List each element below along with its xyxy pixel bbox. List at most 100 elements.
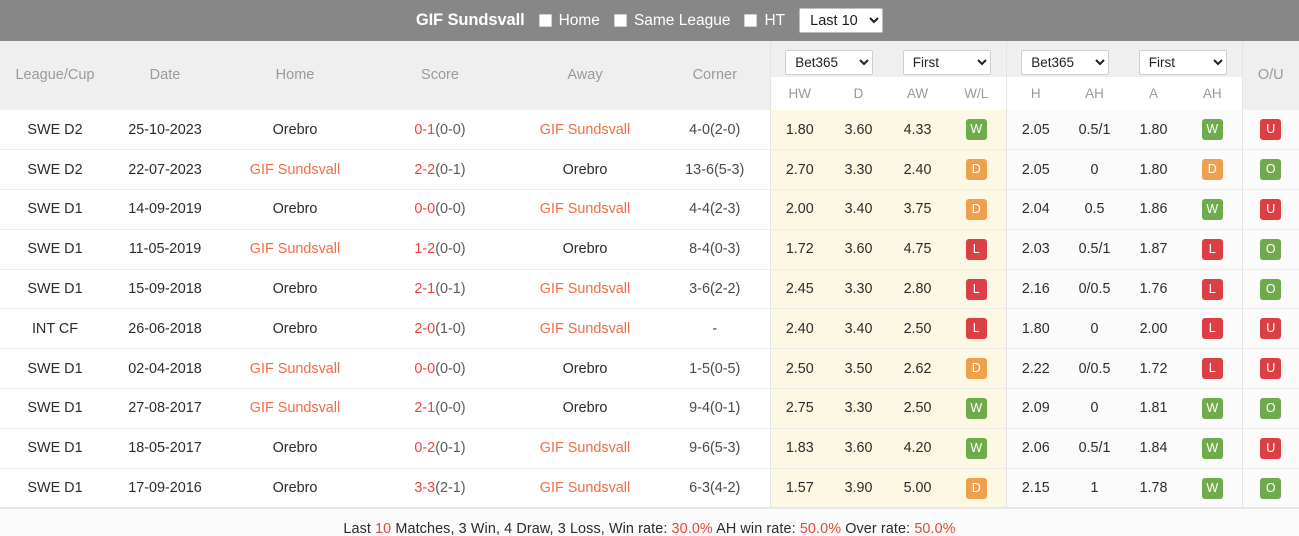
cell-home: GIF Sundsvall bbox=[220, 149, 370, 191]
cell-hw: 2.75 bbox=[769, 388, 829, 429]
corner-value: 1-5(0-5) bbox=[689, 360, 741, 377]
table-row[interactable]: SWE D1 15-09-2018 Orebro 2-1(0-1) GIF Sundsv… bbox=[0, 269, 1299, 310]
corner-value: 6-3(4-2) bbox=[689, 480, 741, 497]
cell-ah-line: 1 bbox=[1065, 468, 1124, 509]
home-team-name: Orebro bbox=[272, 201, 318, 218]
cell-aw: 2.40 bbox=[888, 149, 947, 191]
score-full-time: 1-2 bbox=[414, 241, 436, 258]
odds-ah-away: 1.76 bbox=[1139, 281, 1168, 298]
odds-home-win: 2.75 bbox=[785, 400, 814, 417]
filter-ht[interactable]: HT bbox=[744, 12, 785, 30]
table-row[interactable]: SWE D1 11-05-2019 GIF Sundsvall 1-2(0-0) Ore… bbox=[0, 229, 1299, 270]
cell-h: 2.06 bbox=[1005, 428, 1065, 469]
odds-away-win: 4.33 bbox=[903, 121, 932, 138]
cell-a: 1.87 bbox=[1124, 229, 1183, 270]
result-badge: L bbox=[1201, 358, 1223, 380]
cell-h: 1.80 bbox=[1005, 308, 1065, 350]
col-1x2-book: Bet365 bbox=[769, 41, 888, 77]
odds-away-win: 2.62 bbox=[903, 360, 932, 377]
result-badge: L bbox=[965, 318, 987, 340]
odds-away-win: 4.75 bbox=[903, 241, 932, 258]
summary-count: 10 bbox=[375, 521, 392, 536]
cell-hw: 2.00 bbox=[769, 189, 829, 230]
odds-book-select-1x2[interactable]: Bet365 bbox=[785, 50, 874, 75]
col-corner: Corner bbox=[660, 41, 770, 110]
result-badge: L bbox=[1201, 318, 1223, 340]
cell-date: 22-07-2023 bbox=[110, 149, 220, 191]
odds-type-select-ah[interactable]: First bbox=[1138, 50, 1227, 75]
odds-type-select-1x2[interactable]: First bbox=[902, 50, 991, 75]
cell-corner: 4-0(2-0) bbox=[660, 110, 770, 151]
table-row[interactable]: SWE D1 17-09-2016 Orebro 3-3(2-1) GIF Sundsv… bbox=[0, 468, 1299, 509]
cell-ou: U bbox=[1241, 189, 1299, 230]
odds-ah-home: 2.03 bbox=[1021, 241, 1050, 258]
result-badge: W bbox=[1201, 437, 1223, 459]
cell-hw: 1.83 bbox=[769, 428, 829, 469]
cell-home: Orebro bbox=[220, 110, 370, 151]
summary-mid3: Over rate: bbox=[841, 521, 915, 536]
cell-away: GIF Sundsvall bbox=[510, 428, 660, 469]
filter-same-league[interactable]: Same League bbox=[613, 12, 730, 30]
summary-ah-win-rate: 50.0% bbox=[799, 521, 842, 536]
cell-corner: 6-3(4-2) bbox=[660, 468, 770, 509]
cell-d: 3.30 bbox=[829, 149, 888, 191]
match-count-select[interactable]: Last 10 bbox=[799, 8, 884, 33]
cell-home: Orebro bbox=[220, 189, 370, 230]
odds-ah-home: 2.09 bbox=[1021, 400, 1050, 417]
cell-aw: 4.20 bbox=[888, 428, 947, 469]
cell-date: 27-08-2017 bbox=[110, 388, 220, 429]
summary-over-rate: 50.0% bbox=[914, 521, 956, 536]
table-body: SWE D2 25-10-2023 Orebro 0-1(0-0) GIF Sundsv… bbox=[0, 110, 1299, 509]
cell-h: 2.05 bbox=[1005, 110, 1065, 151]
cell-aw: 4.75 bbox=[888, 229, 947, 270]
cell-home: Orebro bbox=[220, 428, 370, 469]
subcol-wl: W/L bbox=[964, 86, 989, 101]
checkbox-ht[interactable] bbox=[744, 14, 758, 27]
col-away: Away bbox=[510, 41, 660, 110]
filter-home[interactable]: Home bbox=[538, 12, 600, 30]
odds-ah-away: 2.00 bbox=[1139, 320, 1168, 337]
subcol-a: A bbox=[1148, 86, 1158, 101]
page-title: GIF Sundsvall bbox=[415, 11, 525, 29]
col-league: League/Cup bbox=[0, 41, 110, 110]
table-row[interactable]: SWE D2 25-10-2023 Orebro 0-1(0-0) GIF Sundsv… bbox=[0, 110, 1299, 151]
odds-home-win: 1.57 bbox=[785, 480, 814, 497]
home-team-name: Orebro bbox=[272, 281, 318, 298]
cell-home: GIF Sundsvall bbox=[220, 388, 370, 429]
checkbox-home[interactable] bbox=[538, 14, 552, 27]
away-team-name: Orebro bbox=[562, 400, 608, 417]
odds-draw: 3.40 bbox=[844, 201, 873, 218]
cell-a: 1.86 bbox=[1124, 189, 1183, 230]
cell-aw: 4.33 bbox=[888, 110, 947, 151]
odds-ah-home: 2.05 bbox=[1021, 121, 1050, 138]
table-row[interactable]: SWE D1 27-08-2017 GIF Sundsvall 2-1(0-0) Ore… bbox=[0, 388, 1299, 429]
cell-hw: 1.80 bbox=[769, 110, 829, 151]
score-full-time: 0-0 bbox=[414, 201, 436, 218]
result-badge: U bbox=[1260, 358, 1282, 380]
result-badge: W bbox=[965, 119, 987, 141]
odds-ah-home: 1.80 bbox=[1021, 320, 1050, 337]
odds-ah-away: 1.84 bbox=[1139, 440, 1168, 457]
cell-league: SWE D1 bbox=[0, 269, 110, 310]
corner-value: 9-6(5-3) bbox=[689, 440, 741, 457]
table-row[interactable]: INT CF 26-06-2018 Orebro 2-0(1-0) GIF Sundsv… bbox=[0, 308, 1299, 350]
cell-h: 2.22 bbox=[1005, 348, 1065, 390]
odds-draw: 3.40 bbox=[844, 320, 873, 337]
result-badge: D bbox=[965, 198, 987, 220]
cell-a: 1.80 bbox=[1124, 110, 1183, 151]
table-row[interactable]: SWE D1 14-09-2019 Orebro 0-0(0-0) GIF Sundsv… bbox=[0, 189, 1299, 230]
cell-a: 1.81 bbox=[1124, 388, 1183, 429]
table-row[interactable]: SWE D2 22-07-2023 GIF Sundsvall 2-2(0-1) Ore… bbox=[0, 149, 1299, 191]
odds-book-select-ah[interactable]: Bet365 bbox=[1021, 50, 1110, 75]
cell-ah-line: 0 bbox=[1065, 388, 1124, 429]
cell-aw: 3.75 bbox=[888, 189, 947, 230]
odds-ah-away: 1.81 bbox=[1139, 400, 1168, 417]
score-full-time: 2-0 bbox=[414, 320, 436, 337]
cell-h: 2.16 bbox=[1005, 269, 1065, 310]
checkbox-same-league[interactable] bbox=[613, 14, 627, 27]
odds-ah-away: 1.72 bbox=[1139, 360, 1168, 377]
cell-away: Orebro bbox=[510, 348, 660, 390]
table-row[interactable]: SWE D1 18-05-2017 Orebro 0-2(0-1) GIF Sundsv… bbox=[0, 428, 1299, 469]
table-row[interactable]: SWE D1 02-04-2018 GIF Sundsvall 0-0(0-0) Ore… bbox=[0, 348, 1299, 390]
cell-corner: 4-4(2-3) bbox=[660, 189, 770, 230]
